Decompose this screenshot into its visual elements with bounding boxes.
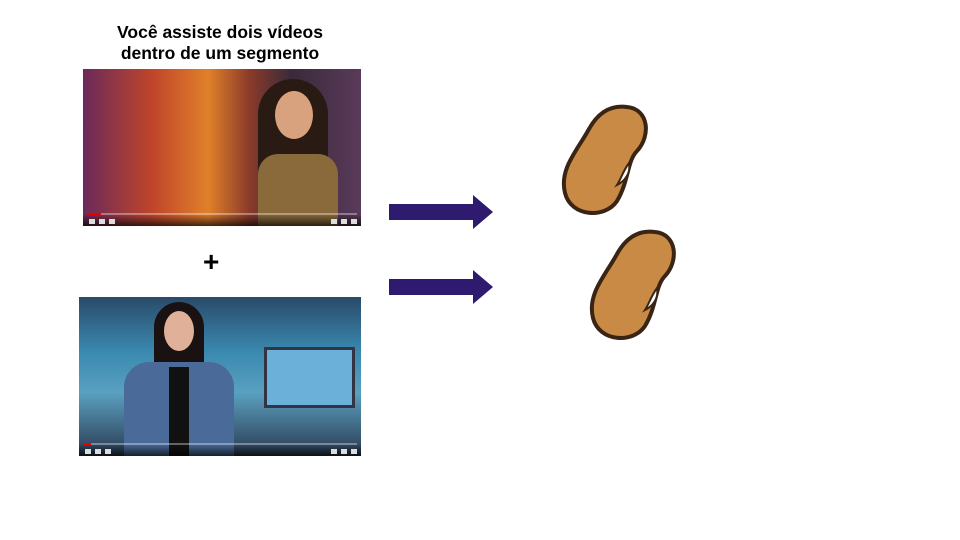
theater-icon[interactable]: [341, 449, 347, 454]
play-icon[interactable]: [85, 449, 91, 454]
theater-icon[interactable]: [341, 219, 347, 224]
play-icon[interactable]: [89, 219, 95, 224]
slide-title: Você assiste dois vídeos dentro de um se…: [117, 22, 323, 63]
video-player-2[interactable]: [79, 297, 361, 456]
next-icon[interactable]: [99, 219, 105, 224]
volume-icon[interactable]: [105, 449, 111, 454]
next-icon[interactable]: [95, 449, 101, 454]
plus-sign: +: [203, 246, 220, 277]
bean-icon: [561, 104, 648, 215]
video-controls: [83, 214, 361, 226]
video-controls: [79, 444, 361, 456]
arrow-right-icon: [389, 270, 493, 304]
video-player-1[interactable]: [83, 69, 361, 226]
fullscreen-icon[interactable]: [351, 449, 357, 454]
settings-icon[interactable]: [331, 219, 337, 224]
fullscreen-icon[interactable]: [351, 219, 357, 224]
bean-icon: [589, 229, 676, 340]
volume-icon[interactable]: [109, 219, 115, 224]
arrow-right-icon: [389, 195, 493, 229]
settings-icon[interactable]: [331, 449, 337, 454]
